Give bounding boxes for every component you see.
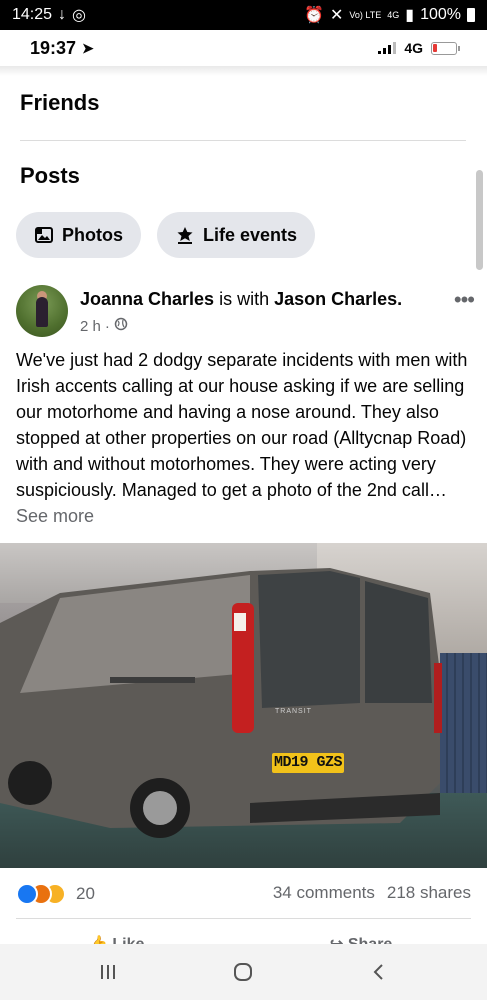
android-status-bar: 14:25 ↓ ◎ ⏰ ✕ Vo) LTE 4G ▮ 100% [0,0,487,30]
post-author-line: Joanna Charles is with Jason Charles. [80,289,402,310]
share-icon: ↪ [330,936,343,944]
photos-chip-button[interactable]: Photos [16,212,141,258]
photos-chip-label: Photos [62,224,123,245]
like-button[interactable]: 👍 Like [88,934,144,944]
actions-divider [16,918,471,919]
alarm-icon: ⏰ [304,7,324,24]
android-nav-bar [0,944,487,1000]
ios-battery-icon [431,41,460,55]
friends-title[interactable]: Friends [20,90,99,116]
ios-status-bar: 19:37 ➤ 4G [0,30,487,66]
like-label: Like [112,936,144,944]
network-4g-label: 4G [387,9,400,20]
photo-icon [34,225,54,245]
location-arrow-icon: ➤ [82,39,94,56]
see-more-link[interactable]: See more [16,506,94,526]
star-flag-icon [175,225,195,245]
share-label: Share [348,936,392,944]
with-text: is with [219,289,270,309]
license-plate: MD19 GZS [272,753,344,773]
recents-icon [100,965,115,979]
engagement-counts: 34 comments 218 shares [273,883,471,903]
life-events-chip-button[interactable]: Life events [157,212,316,258]
os-time: 14:25 [12,6,53,23]
shares-count-link[interactable]: 218 shares [387,883,471,903]
avatar[interactable] [16,285,68,337]
ios-network-label: 4G [404,40,423,56]
download-icon: ↓ [58,6,67,23]
like-reaction-icon [16,883,38,905]
post-meta: 2 h · [80,317,128,335]
ios-signal-icon [378,42,397,54]
cell-signal-icon: ▮ [405,7,415,24]
reaction-count: 20 [76,884,95,903]
home-button[interactable] [213,952,273,992]
os-battery-percent: 100% [420,6,461,23]
globe-icon [114,317,128,335]
back-icon [373,964,383,980]
recents-button[interactable] [78,952,138,992]
comments-count-link[interactable]: 34 comments [273,883,375,903]
section-divider [20,140,466,141]
scrollbar[interactable] [476,170,483,270]
post-photo[interactable]: MD19 GZS TRANSIT [0,543,487,868]
reaction-icons [16,883,66,905]
post-body-text: We've just had 2 dodgy separate incident… [16,350,468,500]
van-badge: TRANSIT [275,708,312,715]
blue-fence [440,653,487,803]
post-header: Joanna Charles is with Jason Charles. 2 … [14,283,475,343]
tagged-name-link[interactable]: Jason Charles. [274,289,402,309]
share-button[interactable]: ↪ Share [330,934,392,944]
post-time[interactable]: 2 h [80,318,101,335]
post-body: We've just had 2 dodgy separate incident… [16,347,476,529]
mute-icon: ✕ [329,7,344,24]
ios-time: 19:37 [30,37,77,58]
back-button[interactable] [349,952,409,992]
home-icon [234,963,253,981]
author-name-link[interactable]: Joanna Charles [80,289,214,309]
messenger-icon: ◎ [72,7,87,24]
life-events-chip-label: Life events [203,224,298,245]
os-battery-icon [467,8,475,22]
more-options-icon[interactable]: ••• [454,287,475,313]
reactions-summary[interactable]: 20 [16,880,95,908]
volte-label: Vo) LTE [349,9,382,20]
header-shadow [0,66,487,76]
posts-title: Posts [20,163,80,188]
meta-separator: · [104,317,110,335]
like-icon: 👍 [88,936,108,944]
van-illustration [0,568,442,838]
